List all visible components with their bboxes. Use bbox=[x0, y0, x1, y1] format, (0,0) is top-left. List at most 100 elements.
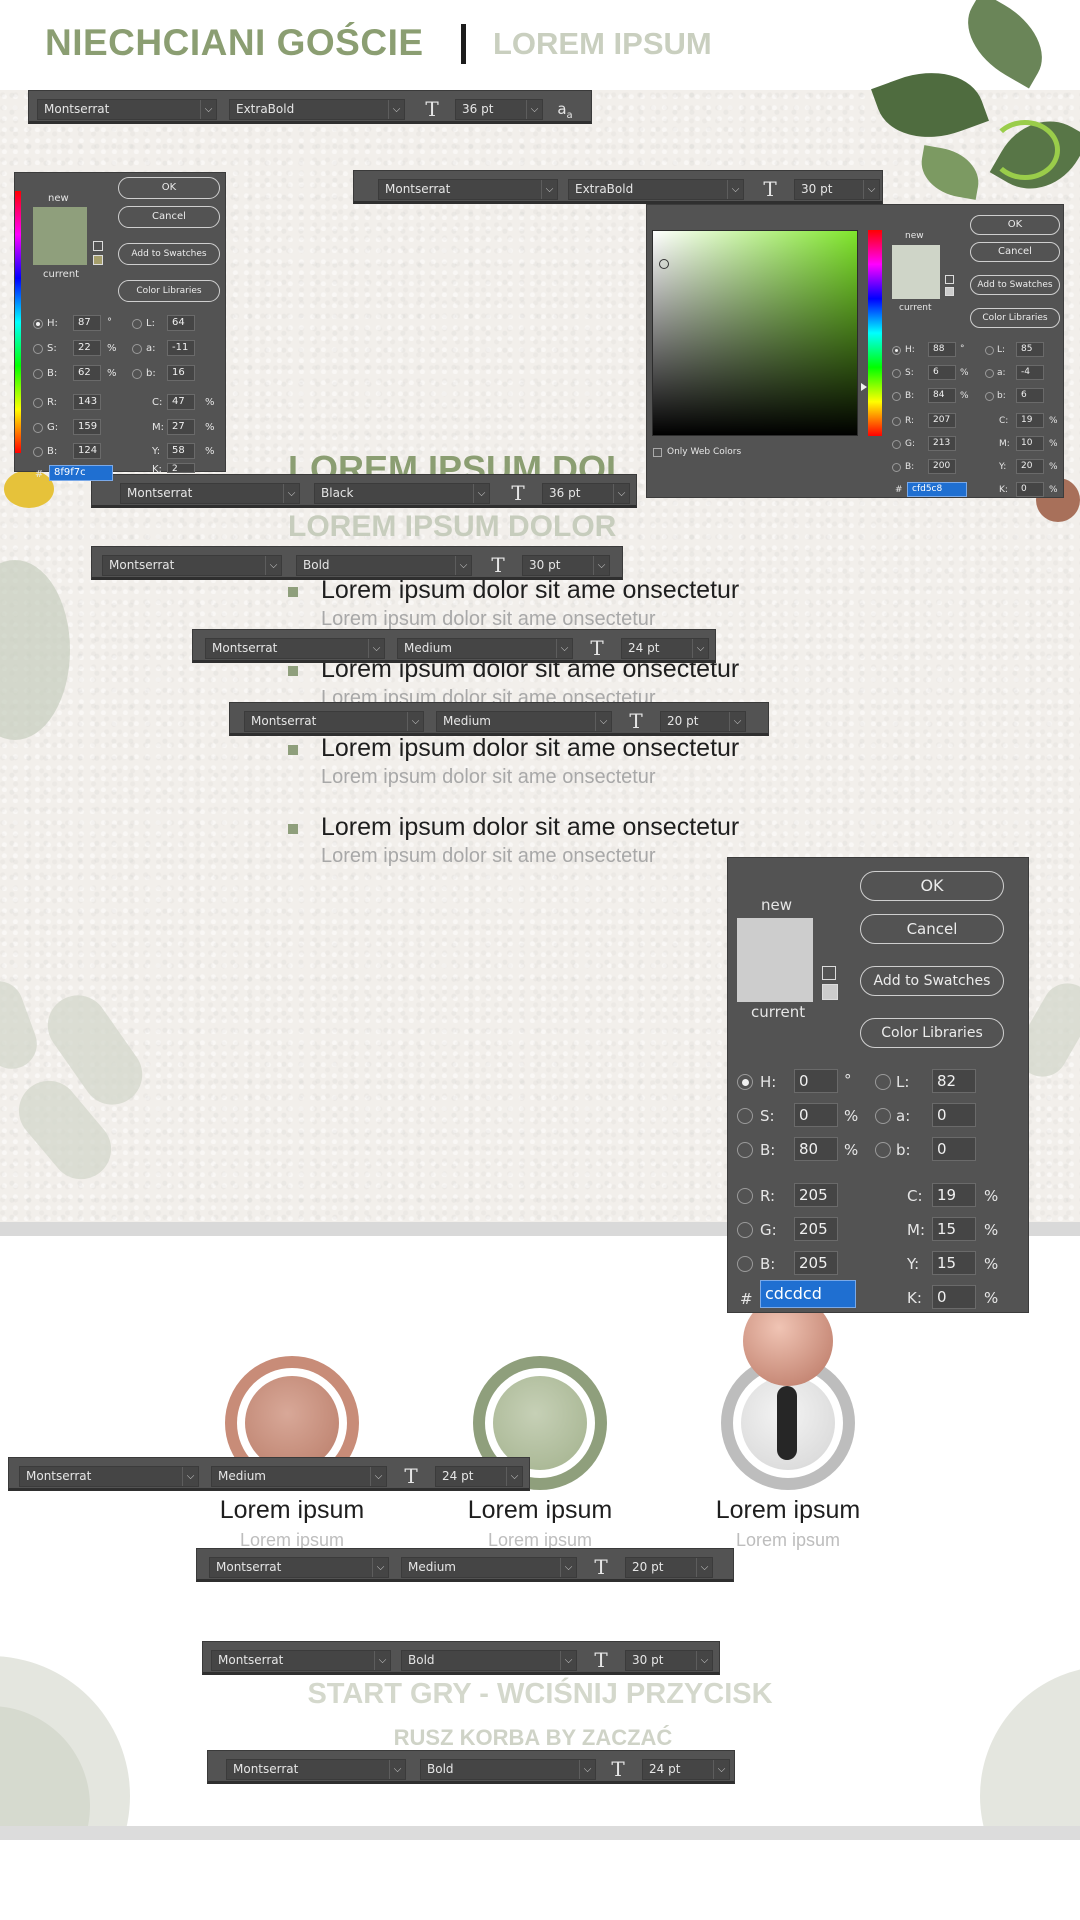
add-to-swatches-button[interactable]: Add to Swatches bbox=[970, 275, 1060, 295]
font-style-dropdown[interactable]: Black ⌵ bbox=[314, 483, 490, 504]
blue-radio[interactable] bbox=[33, 447, 43, 457]
font-family-dropdown[interactable]: Montserrat ⌵ bbox=[37, 99, 217, 120]
add-to-swatches-button[interactable]: Add to Swatches bbox=[118, 243, 220, 265]
hue-input[interactable]: 87 bbox=[73, 315, 101, 331]
a-channel-input[interactable]: -11 bbox=[167, 340, 195, 356]
hex-input[interactable]: cfd5c8 bbox=[907, 482, 967, 497]
blue-radio[interactable] bbox=[892, 463, 901, 472]
yellow-input[interactable]: 15 bbox=[932, 1251, 976, 1275]
current-color-swatch[interactable] bbox=[737, 960, 813, 1002]
hue-radio[interactable] bbox=[33, 319, 43, 329]
yellow-input[interactable]: 20 bbox=[1016, 459, 1044, 474]
a-channel-input[interactable]: 0 bbox=[932, 1103, 976, 1127]
font-style-dropdown[interactable]: Medium ⌵ bbox=[397, 638, 573, 659]
gamut-cube-icon[interactable] bbox=[822, 966, 836, 980]
brightness-radio[interactable] bbox=[737, 1142, 753, 1158]
red-radio[interactable] bbox=[737, 1188, 753, 1204]
font-style-dropdown[interactable]: Bold ⌵ bbox=[420, 1759, 596, 1780]
font-family-dropdown[interactable]: Montserrat ⌵ bbox=[19, 1466, 199, 1487]
brightness-input[interactable]: 84 bbox=[928, 388, 956, 403]
green-input[interactable]: 213 bbox=[928, 436, 956, 451]
ok-button[interactable]: OK bbox=[860, 871, 1004, 901]
font-family-dropdown[interactable]: Montserrat ⌵ bbox=[226, 1759, 406, 1780]
yellow-input[interactable]: 58 bbox=[167, 443, 195, 459]
font-size-dropdown[interactable]: 24 pt ⌵ bbox=[435, 1466, 523, 1487]
a-channel-radio[interactable] bbox=[875, 1108, 891, 1124]
add-to-swatches-button[interactable]: Add to Swatches bbox=[860, 966, 1004, 996]
cyan-input[interactable]: 19 bbox=[1016, 413, 1044, 428]
hex-input[interactable]: cdcdcd bbox=[760, 1280, 856, 1308]
magenta-input[interactable]: 27 bbox=[167, 419, 195, 435]
hue-slider[interactable] bbox=[15, 191, 21, 453]
green-radio[interactable] bbox=[33, 423, 43, 433]
crank-button-grey[interactable] bbox=[721, 1296, 855, 1490]
saturation-radio[interactable] bbox=[737, 1108, 753, 1124]
red-radio[interactable] bbox=[892, 417, 901, 426]
hue-slider-handle[interactable] bbox=[861, 383, 867, 391]
saturation-input[interactable]: 0 bbox=[794, 1103, 838, 1127]
font-style-dropdown[interactable]: Medium ⌵ bbox=[401, 1557, 577, 1578]
cyan-input[interactable]: 19 bbox=[932, 1183, 976, 1207]
magenta-input[interactable]: 15 bbox=[932, 1217, 976, 1241]
brightness-input[interactable]: 62 bbox=[73, 365, 101, 381]
red-radio[interactable] bbox=[33, 398, 43, 408]
cancel-button[interactable]: Cancel bbox=[970, 242, 1060, 262]
font-family-dropdown[interactable]: Montserrat ⌵ bbox=[102, 555, 282, 576]
font-family-dropdown[interactable]: Montserrat ⌵ bbox=[209, 1557, 389, 1578]
lightness-radio[interactable] bbox=[132, 319, 142, 329]
b-channel-radio[interactable] bbox=[132, 369, 142, 379]
cancel-button[interactable]: Cancel bbox=[118, 206, 220, 228]
font-size-dropdown[interactable]: 24 pt ⌵ bbox=[642, 1759, 730, 1780]
color-field[interactable] bbox=[652, 230, 858, 436]
anti-alias-icon[interactable]: aa bbox=[553, 97, 577, 121]
green-input[interactable]: 205 bbox=[794, 1217, 838, 1241]
color-field-marker[interactable] bbox=[659, 259, 669, 269]
font-family-dropdown[interactable]: Montserrat ⌵ bbox=[211, 1650, 391, 1671]
black-input[interactable]: 2 bbox=[167, 463, 195, 473]
hue-radio[interactable] bbox=[892, 346, 901, 355]
gamut-cube-icon[interactable] bbox=[93, 241, 103, 251]
brightness-radio[interactable] bbox=[892, 392, 901, 401]
red-input[interactable]: 143 bbox=[73, 394, 101, 410]
web-safe-swatch[interactable] bbox=[945, 287, 954, 296]
blue-input[interactable]: 200 bbox=[928, 459, 956, 474]
font-size-dropdown[interactable]: 36 pt ⌵ bbox=[455, 99, 543, 120]
font-family-dropdown[interactable]: Montserrat ⌵ bbox=[205, 638, 385, 659]
lightness-input[interactable]: 82 bbox=[932, 1069, 976, 1093]
a-channel-input[interactable]: -4 bbox=[1016, 365, 1044, 380]
saturation-input[interactable]: 6 bbox=[928, 365, 956, 380]
brightness-radio[interactable] bbox=[33, 369, 43, 379]
blue-input[interactable]: 205 bbox=[794, 1251, 838, 1275]
font-size-dropdown[interactable]: 24 pt ⌵ bbox=[621, 638, 709, 659]
current-color-swatch[interactable] bbox=[33, 237, 87, 265]
a-channel-radio[interactable] bbox=[132, 344, 142, 354]
a-channel-radio[interactable] bbox=[985, 369, 994, 378]
black-input[interactable]: 0 bbox=[932, 1285, 976, 1309]
green-radio[interactable] bbox=[737, 1222, 753, 1238]
font-family-dropdown[interactable]: Montserrat ⌵ bbox=[244, 711, 424, 732]
cyan-input[interactable]: 47 bbox=[167, 394, 195, 410]
red-input[interactable]: 207 bbox=[928, 413, 956, 428]
web-safe-swatch[interactable] bbox=[822, 984, 838, 1000]
blue-radio[interactable] bbox=[737, 1256, 753, 1272]
gamut-cube-icon[interactable] bbox=[945, 275, 954, 284]
font-size-dropdown[interactable]: 36 pt ⌵ bbox=[542, 483, 630, 504]
saturation-input[interactable]: 22 bbox=[73, 340, 101, 356]
brightness-input[interactable]: 80 bbox=[794, 1137, 838, 1161]
green-radio[interactable] bbox=[892, 440, 901, 449]
saturation-radio[interactable] bbox=[33, 344, 43, 354]
font-family-dropdown[interactable]: Montserrat ⌵ bbox=[120, 483, 300, 504]
b-channel-radio[interactable] bbox=[875, 1142, 891, 1158]
b-channel-input[interactable]: 16 bbox=[167, 365, 195, 381]
b-channel-input[interactable]: 0 bbox=[932, 1137, 976, 1161]
font-size-dropdown[interactable]: 30 pt ⌵ bbox=[794, 179, 880, 200]
blue-input[interactable]: 124 bbox=[73, 443, 101, 459]
ok-button[interactable]: OK bbox=[118, 177, 220, 199]
font-size-dropdown[interactable]: 30 pt ⌵ bbox=[522, 555, 610, 576]
hue-slider[interactable] bbox=[868, 230, 882, 436]
current-color-swatch[interactable] bbox=[892, 273, 940, 299]
black-input[interactable]: 0 bbox=[1016, 482, 1044, 497]
magenta-input[interactable]: 10 bbox=[1016, 436, 1044, 451]
font-style-dropdown[interactable]: ExtraBold ⌵ bbox=[568, 179, 744, 200]
lightness-radio[interactable] bbox=[985, 346, 994, 355]
